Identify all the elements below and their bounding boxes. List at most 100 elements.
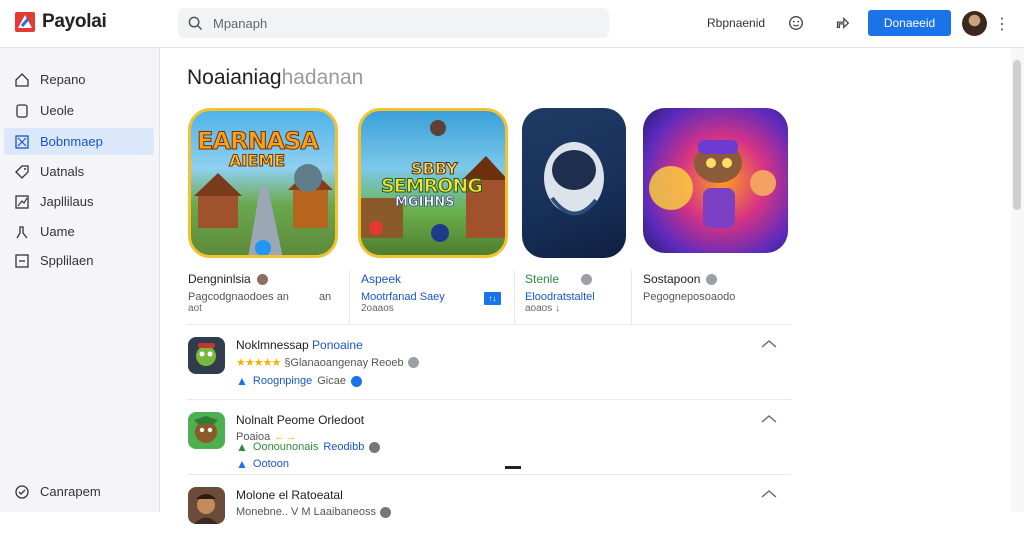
- list-item-link-2[interactable]: Reodibb: [323, 441, 364, 453]
- sidebar-item-label: Uame: [40, 224, 75, 239]
- main-content: Noaianiaghadanan EARNASA AIEME Dengninls…: [161, 48, 1011, 524]
- chart-icon: [15, 194, 29, 209]
- thumbs-up-icon: ▲: [236, 374, 248, 388]
- sidebar: Repano Ueole Bobnmaep Uatnals Japllilaus…: [0, 48, 160, 512]
- list-item-line4: ▲ Ootoon: [236, 457, 289, 471]
- featured-name[interactable]: Dengninlsia: [188, 272, 268, 286]
- app-icon: [188, 337, 225, 374]
- info-icon: [369, 441, 381, 453]
- list-item-extra: Gicae: [317, 375, 346, 387]
- featured-name[interactable]: Sostapoon: [643, 272, 718, 286]
- art-subtitle: AIEME: [228, 151, 286, 171]
- header-link[interactable]: Rbpnaenid: [707, 16, 765, 30]
- list-item-title-text: Molone el: [236, 488, 289, 502]
- scrollbar-thumb[interactable]: [1013, 60, 1021, 210]
- rating-stars: ★★★★★: [236, 357, 281, 369]
- list-item-title-accent: Ratoeatal: [291, 488, 343, 502]
- featured-name-text: Sostapoon: [643, 272, 701, 286]
- section-title: Noaianiaghadanan: [187, 66, 363, 90]
- art-subtitle: SEMRONG: [381, 175, 484, 198]
- sidebar-item-label: Bobnmaep: [40, 134, 103, 149]
- chevron-up-icon[interactable]: [761, 414, 777, 424]
- list-item-link[interactable]: Oonounonais: [253, 441, 318, 453]
- avatar[interactable]: [962, 11, 987, 36]
- section-title-light: hadanan: [281, 66, 364, 89]
- search-input[interactable]: [213, 15, 593, 31]
- share-icon[interactable]: [832, 13, 852, 33]
- app-artwork: EARNASA AIEME: [188, 108, 338, 258]
- search-icon: [188, 16, 203, 30]
- app-icon: [188, 412, 225, 449]
- sidebar-footer-item[interactable]: Canrapem: [4, 478, 154, 505]
- featured-sub2: 2oaaos: [361, 303, 394, 314]
- sidebar-item-label: Uatnals: [40, 164, 85, 179]
- info-icon: [380, 506, 392, 518]
- primary-action-button[interactable]: Donaeeid: [868, 10, 951, 36]
- list-item-meta-text: Monebne.. V M Laaibaneoss: [236, 506, 377, 518]
- list-item-title: Noklmnessap Ponoaine: [236, 338, 363, 352]
- cursor-mark: [505, 466, 521, 469]
- list-item-link[interactable]: Roognpinge: [253, 375, 312, 387]
- info-icon: [706, 273, 718, 285]
- featured-card[interactable]: EARNASA AIEME: [188, 108, 338, 258]
- app-icon: [188, 487, 225, 524]
- list-item[interactable]: Molone el Ratoeatal Monebne.. V M Laaiba…: [187, 474, 791, 548]
- person-icon: [16, 225, 28, 238]
- list-item-title: Molone el Ratoeatal: [236, 488, 343, 502]
- list-item-title-accent: Ponoaine: [312, 338, 363, 352]
- list-item-line3: ▲ Roognpinge Gicae: [236, 374, 362, 388]
- featured-sub: Mootrfanad Saey: [361, 291, 445, 303]
- list-item-meta: ★★★★★ §Glanaoangenay Reoeb: [236, 356, 419, 369]
- chevron-up-icon[interactable]: [761, 339, 777, 349]
- featured-badge[interactable]: ↑↓: [484, 292, 501, 305]
- list-item-title-text: Noklmnessap: [236, 338, 309, 352]
- featured-sub: Pegogneposoaodo: [643, 291, 736, 303]
- list-item-line3: ▲ Oonounonais Reodibb: [236, 440, 381, 454]
- featured-sub: Eloodratstaltel: [525, 291, 595, 303]
- list-item-title-text: Nolnalt Peome: [236, 413, 315, 427]
- divider: [349, 270, 350, 324]
- app-logo[interactable]: Payolai: [14, 11, 107, 33]
- list-item-meta: Monebne.. V M Laaibaneoss: [236, 506, 392, 518]
- divider: [631, 270, 632, 324]
- featured-name[interactable]: Aspeek: [361, 272, 401, 286]
- chevron-up-icon[interactable]: [761, 489, 777, 499]
- section-title-main: Noaianiag: [187, 66, 282, 89]
- sidebar-item-home[interactable]: Repano: [4, 66, 154, 93]
- list-item-extra[interactable]: Ootoon: [253, 458, 289, 470]
- bookmark-icon: [16, 103, 28, 118]
- info-icon: [407, 357, 419, 368]
- smiley-icon[interactable]: [786, 13, 806, 33]
- sidebar-footer-label: Canrapem: [40, 484, 101, 499]
- featured-name-text: Aspeek: [361, 272, 402, 286]
- sidebar-item-stats[interactable]: Japllilaus: [4, 188, 154, 215]
- check-circle-icon: [15, 484, 29, 499]
- list-icon: [15, 253, 29, 268]
- sidebar-item-list[interactable]: Spplilaen: [4, 247, 154, 274]
- sidebar-item-apps[interactable]: Bobnmaep: [4, 128, 154, 155]
- featured-card[interactable]: SBBY SEMRONG MGIHNS: [358, 108, 508, 258]
- thumbs-up-icon: ▲: [236, 457, 248, 471]
- app-artwork: SBBY SEMRONG MGIHNS: [358, 108, 508, 258]
- search-bar[interactable]: [178, 8, 609, 38]
- top-bar: Payolai Rbpnaenid Donaeeid ⋮: [0, 0, 1024, 48]
- featured-name-text: Stenle: [525, 272, 560, 286]
- featured-card[interactable]: [522, 108, 626, 258]
- sidebar-item-person[interactable]: Uame: [4, 218, 154, 245]
- list-item[interactable]: Noklmnessap Ponoaine ★★★★★ §Glanaoangena…: [187, 324, 791, 398]
- info-icon: [256, 273, 268, 285]
- sidebar-item-tags[interactable]: Uatnals: [4, 158, 154, 185]
- featured-extra: an: [318, 291, 332, 303]
- more-options-icon[interactable]: ⋮: [994, 14, 1010, 34]
- list-item[interactable]: Nolnalt Peome Orledoot Poaioa ←→ ▲ Oonou…: [187, 399, 791, 473]
- featured-card[interactable]: [643, 108, 788, 253]
- featured-sub: Pagcodgnaodoes an an: [188, 291, 331, 303]
- sidebar-item-label: Repano: [40, 72, 86, 87]
- tag-icon: [15, 164, 29, 179]
- sidebar-item-saved[interactable]: Ueole: [4, 97, 154, 124]
- info-icon: [350, 375, 362, 387]
- app-artwork: [643, 108, 788, 253]
- home-icon: [15, 72, 29, 87]
- list-item-title: Nolnalt Peome Orledoot: [236, 413, 364, 427]
- featured-name[interactable]: Stenle: [525, 272, 593, 286]
